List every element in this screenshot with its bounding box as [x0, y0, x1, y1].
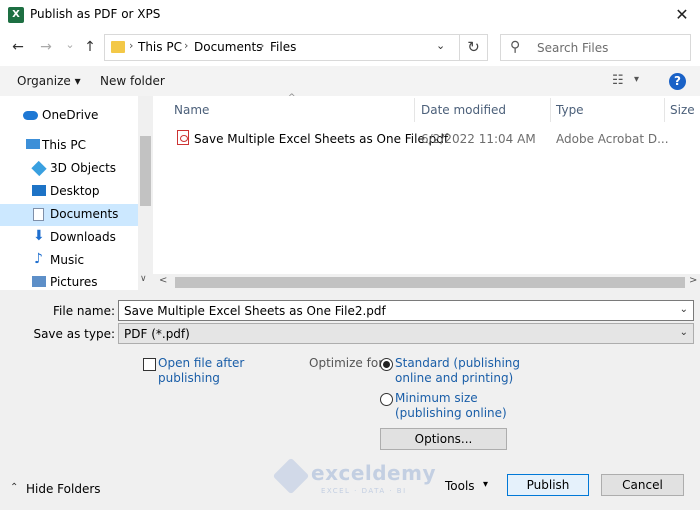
nav-item-label: 3D Objects [50, 161, 117, 175]
back-arrow-icon[interactable]: ← [9, 37, 27, 57]
breadcrumb-this-pc[interactable]: This PC [138, 40, 182, 54]
folder-icon [111, 41, 125, 53]
view-options-icon[interactable]: ☷ [612, 73, 624, 88]
save-type-label: Save as type: [33, 327, 115, 341]
chevron-up-icon[interactable]: ⌃ [10, 482, 18, 493]
chevron-down-icon[interactable]: ⌄ [680, 304, 688, 315]
column-header-size[interactable]: Size [670, 103, 695, 117]
navigation-pane: OneDrive This PC 3D Objects Desktop Docu… [0, 96, 153, 290]
label-line: (publishing online) [395, 406, 507, 420]
open-after-publishing-checkbox[interactable] [143, 358, 156, 371]
standard-label[interactable]: Standard (publishing online and printing… [395, 356, 520, 386]
excel-app-icon: X [8, 7, 24, 23]
label-line: Open file after [158, 356, 245, 370]
up-arrow-icon[interactable]: ↑ [81, 37, 99, 57]
organize-button[interactable]: Organize ▾ [17, 74, 81, 88]
pdf-file-icon [177, 130, 189, 145]
nav-item-documents[interactable]: Documents [0, 204, 138, 226]
file-list [153, 96, 700, 290]
nav-item-onedrive[interactable]: OneDrive [0, 105, 138, 127]
label-line: Minimum size [395, 391, 478, 405]
column-header-date-modified[interactable]: Date modified [421, 103, 506, 117]
label-line: online and printing) [395, 371, 514, 385]
scroll-down-icon[interactable]: ∨ [140, 274, 147, 284]
command-bar: Organize ▾ New folder ☷ ▾ [0, 66, 700, 96]
open-after-publishing-label[interactable]: Open file after publishing [158, 356, 244, 386]
breadcrumb-documents[interactable]: Documents [194, 40, 262, 54]
breadcrumb-separator-icon: › [260, 39, 265, 52]
watermark-name: exceldemy [311, 461, 436, 485]
nav-item-music[interactable]: ♪ Music [0, 250, 138, 272]
music-icon: ♪ [34, 251, 43, 267]
nav-scrollbar-thumb[interactable] [140, 136, 151, 206]
nav-item-label: Downloads [50, 230, 116, 244]
recent-locations-icon[interactable]: ⌄ [61, 35, 79, 55]
scroll-right-icon[interactable]: > [689, 275, 697, 286]
nav-item-label: Desktop [50, 184, 100, 198]
column-divider [414, 98, 415, 122]
options-button[interactable]: Options... [380, 428, 507, 450]
column-divider [550, 98, 551, 122]
watermark-tagline: EXCEL · DATA · BI [321, 487, 407, 495]
view-dropdown-icon[interactable]: ▾ [634, 74, 639, 85]
search-icon: ⚲ [510, 39, 521, 55]
label-line: publishing [158, 371, 220, 385]
3d-objects-icon [31, 160, 47, 177]
minimum-size-label[interactable]: Minimum size (publishing online) [395, 391, 507, 421]
file-date-cell: 6/2/2022 11:04 AM [421, 132, 536, 146]
label-line: Standard (publishing [395, 356, 521, 370]
file-name-label: File name: [53, 304, 115, 318]
sort-ascending-icon: ^ [288, 93, 296, 103]
nav-item-label: OneDrive [42, 108, 99, 122]
optimize-for-label: Optimize for: [309, 356, 387, 370]
breadcrumb-separator-icon: › [184, 39, 189, 52]
nav-item-label: Pictures [50, 275, 98, 289]
documents-icon [33, 208, 44, 221]
refresh-icon[interactable]: ↻ [460, 34, 488, 61]
file-name-field[interactable]: Save Multiple Excel Sheets as One File2.… [118, 300, 694, 321]
column-header-name[interactable]: Name [174, 103, 209, 117]
cancel-button[interactable]: Cancel [601, 474, 684, 496]
minimum-size-radio[interactable] [380, 393, 393, 406]
nav-item-this-pc[interactable]: This PC [0, 135, 138, 157]
save-type-select[interactable]: PDF (*.pdf) ⌄ [118, 323, 694, 344]
hide-folders-button[interactable]: Hide Folders [26, 482, 101, 496]
nav-item-3d-objects[interactable]: 3D Objects [0, 158, 138, 180]
help-icon[interactable]: ? [669, 73, 686, 90]
downloads-icon: ⬇ [33, 228, 45, 244]
pictures-icon [32, 276, 46, 287]
file-name-value: Save Multiple Excel Sheets as One File2.… [124, 304, 386, 318]
column-divider [664, 98, 665, 122]
nav-item-label: Music [50, 253, 85, 267]
search-input[interactable]: ⚲ Search Files [500, 34, 691, 61]
save-type-value: PDF (*.pdf) [124, 327, 190, 341]
nav-item-downloads[interactable]: ⬇ Downloads [0, 227, 138, 249]
close-icon[interactable]: ✕ [668, 3, 696, 27]
chevron-down-icon[interactable]: ⌄ [680, 327, 688, 338]
search-placeholder: Search Files [537, 41, 609, 55]
nav-item-label: This PC [42, 138, 86, 152]
address-bar[interactable]: › This PC › Documents › Files ⌄ [104, 34, 460, 61]
forward-arrow-icon[interactable]: → [37, 37, 55, 57]
computer-icon [26, 139, 40, 149]
window-title: Publish as PDF or XPS [30, 7, 161, 21]
publish-button[interactable]: Publish [507, 474, 589, 496]
desktop-icon [32, 185, 46, 196]
file-type-cell: Adobe Acrobat D... [556, 132, 669, 146]
column-header-type[interactable]: Type [556, 103, 584, 117]
standard-radio[interactable] [380, 358, 393, 371]
chevron-down-icon[interactable]: ⌄ [436, 39, 445, 52]
cloud-icon [23, 111, 38, 120]
nav-item-desktop[interactable]: Desktop [0, 181, 138, 203]
tools-button[interactable]: Tools [445, 479, 475, 493]
tools-dropdown-icon[interactable]: ▾ [483, 479, 488, 490]
file-name-cell[interactable]: Save Multiple Excel Sheets as One File.p… [194, 132, 448, 146]
file-list-scrollbar-thumb[interactable] [175, 277, 685, 288]
nav-item-label: Documents [50, 207, 119, 221]
new-folder-button[interactable]: New folder [100, 74, 165, 88]
breadcrumb-files[interactable]: Files [270, 40, 296, 54]
breadcrumb-separator-icon: › [129, 39, 134, 52]
scroll-left-icon[interactable]: < [159, 275, 167, 286]
